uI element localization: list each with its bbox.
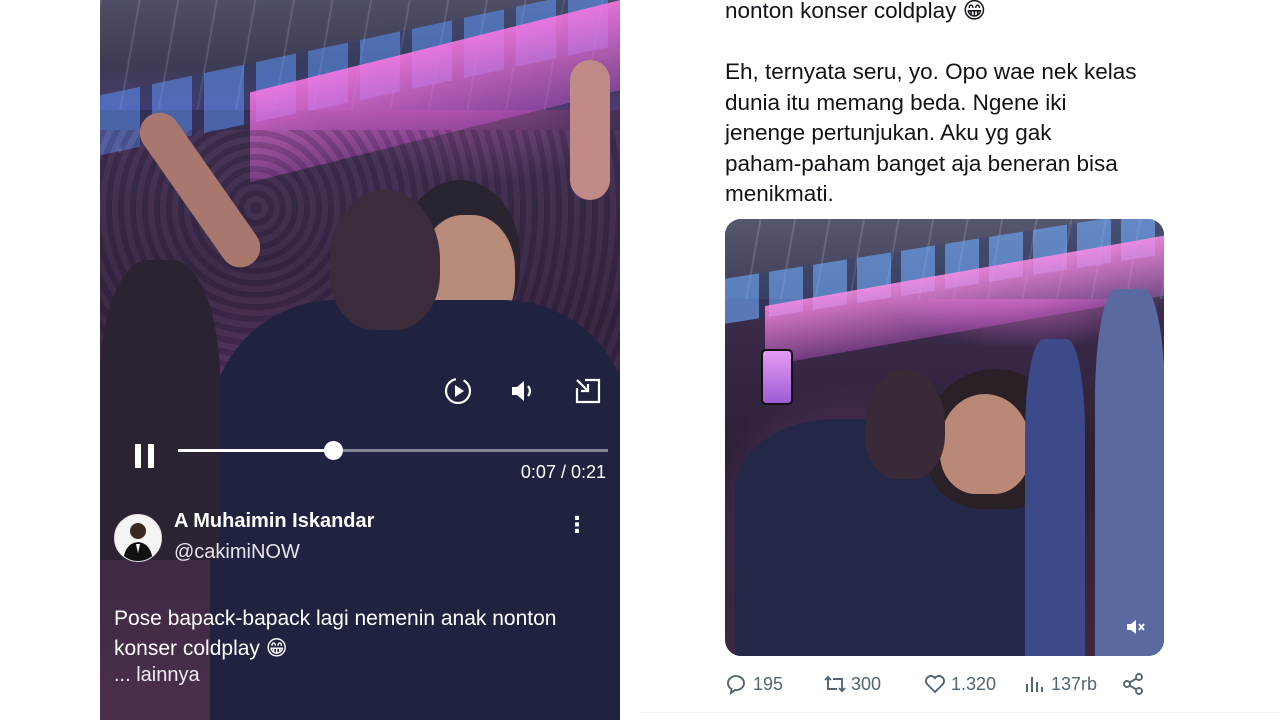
tweet-text-top: nonton konser coldplay 😁 xyxy=(725,0,987,23)
views-button[interactable]: 137rb xyxy=(1023,672,1097,696)
more-options-icon[interactable]: ⋮ xyxy=(566,512,588,538)
repost-icon xyxy=(824,675,846,693)
video-caption: Pose bapack-bapack lagi nemenin anak non… xyxy=(114,604,614,664)
progress-bar[interactable] xyxy=(178,441,608,460)
reply-icon xyxy=(727,675,745,696)
tweet-line: paham-paham banget aja beneran bisa xyxy=(725,150,1118,176)
share-icon xyxy=(1123,673,1143,695)
person-silhouette xyxy=(570,60,610,200)
person-silhouette xyxy=(330,190,440,330)
video-player[interactable]: 0:07 / 0:21 A Muhaimin Iskandar @cakimiN… xyxy=(100,0,620,720)
like-count: 1.320 xyxy=(951,673,997,694)
heart-icon xyxy=(925,675,945,694)
like-button[interactable]: 1.320 xyxy=(923,672,996,696)
person-silhouette xyxy=(940,394,1030,494)
replay-icon[interactable] xyxy=(443,376,473,406)
pause-icon[interactable] xyxy=(132,442,158,470)
tweet-line: Eh, ternyata seru, yo. Opo wae nek kelas xyxy=(725,59,1137,84)
share-button[interactable] xyxy=(1121,672,1149,696)
author-name[interactable]: A Muhaimin Iskandar xyxy=(174,510,374,533)
phone-screen xyxy=(761,349,793,405)
avatar-image xyxy=(115,515,161,561)
more-link[interactable]: ... lainnya xyxy=(114,664,200,687)
reply-button[interactable]: 195 xyxy=(725,672,783,696)
tweet-line: menikmati. xyxy=(725,181,834,206)
minimize-icon[interactable] xyxy=(573,376,603,406)
tweet-actions: 195 300 1.320 137rb xyxy=(725,672,1155,702)
repost-button[interactable]: 300 xyxy=(823,672,881,696)
tweet-line: jenenge pertunjukan. Aku yg gak xyxy=(725,120,1052,145)
caption-line: konser coldplay 😁 xyxy=(114,637,288,660)
avatar[interactable] xyxy=(114,514,162,562)
views-icon xyxy=(1026,677,1043,692)
progress-fill xyxy=(178,449,333,452)
divider xyxy=(640,712,1280,713)
reply-count: 195 xyxy=(753,673,784,694)
volume-icon[interactable] xyxy=(508,376,538,406)
view-count: 137rb xyxy=(1051,673,1098,694)
person-silhouette xyxy=(1025,339,1085,656)
caption-line: Pose bapack-bapack lagi nemenin anak non… xyxy=(114,607,557,630)
person-silhouette xyxy=(865,369,945,479)
mute-icon[interactable] xyxy=(1124,616,1146,638)
person-silhouette xyxy=(1095,289,1164,656)
video-time: 0:07 / 0:21 xyxy=(520,462,606,482)
tweet-video[interactable] xyxy=(725,219,1164,656)
tweet-body: Eh, ternyata seru, yo. Opo wae nek kelas… xyxy=(725,57,1185,210)
progress-knob[interactable] xyxy=(323,441,343,460)
repost-count: 300 xyxy=(851,673,882,694)
tweet-line: dunia itu memang beda. Ngene iki xyxy=(725,89,1067,115)
author-handle[interactable]: @cakimiNOW xyxy=(174,541,300,564)
